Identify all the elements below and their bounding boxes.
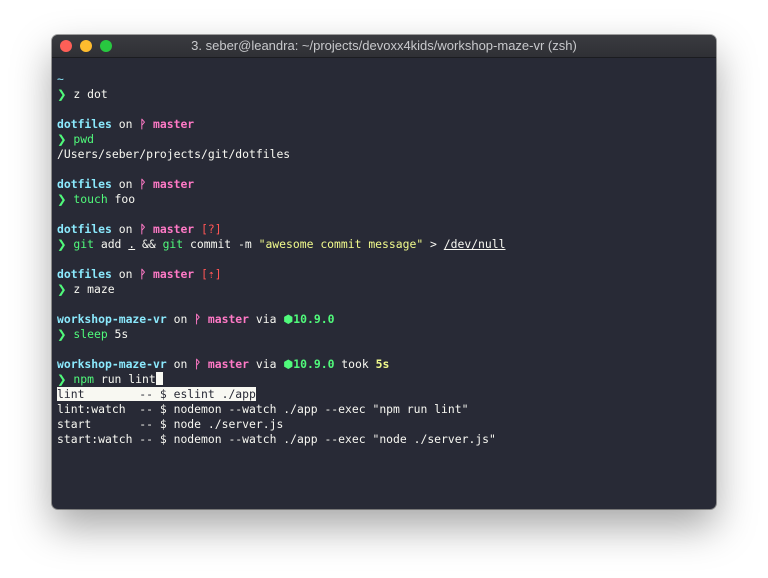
command-name: touch <box>73 192 108 206</box>
prompt-chevron-icon: ❯ <box>57 372 67 386</box>
command-line: ❯ touch foo <box>57 192 711 207</box>
on-label: on <box>173 357 188 371</box>
branch-name: master <box>153 117 195 131</box>
redirect-operator: > <box>423 237 444 251</box>
prompt-line: dotfiles on ᚹ master <box>57 117 711 132</box>
prompt-line: dotfiles on ᚹ master [?] <box>57 222 711 237</box>
command-name: npm <box>73 372 94 386</box>
and-operator: && <box>135 237 163 251</box>
prompt-line: workshop-maze-vr on ᚹ master via ⬢10.9.0… <box>57 357 711 372</box>
command-output: /Users/seber/projects/git/dotfiles <box>57 147 291 161</box>
window-title: 3. seber@leandra: ~/projects/devoxx4kids… <box>191 38 577 53</box>
terminal-output[interactable]: ~ ❯ z dot dotfiles on ᚹ master ❯ pwd /Us… <box>57 72 711 447</box>
command-text: z maze <box>73 282 115 296</box>
git-branch-icon: ᚹ <box>194 357 202 371</box>
completion-desc: -- $ nodemon --watch ./app --exec "npm r… <box>132 402 469 416</box>
text-cursor <box>155 372 163 385</box>
branch-name: master <box>153 177 195 191</box>
command-name: git <box>73 237 94 251</box>
path-devnull: /dev/null <box>443 237 506 251</box>
via-label: via <box>255 312 277 326</box>
completion-name: lint <box>57 387 133 401</box>
command-line: ❯ z maze <box>57 282 711 297</box>
command-args: foo <box>107 192 136 206</box>
completion-item[interactable]: start:watch -- $ nodemon --watch ./app -… <box>57 432 711 447</box>
completion-desc: -- $ nodemon --watch ./app --exec "node … <box>132 432 496 446</box>
node-version: 10.9.0 <box>293 312 335 326</box>
prompt-line: dotfiles on ᚹ master [⇡] <box>57 267 711 282</box>
command-text: z dot <box>73 87 108 101</box>
git-branch-icon: ᚹ <box>139 177 147 191</box>
directory-name: dotfiles <box>57 267 112 281</box>
prompt-chevron-icon: ❯ <box>57 237 67 251</box>
branch-name: master <box>207 357 250 371</box>
prompt-chevron-icon: ❯ <box>57 282 67 296</box>
terminal-window: 3. seber@leandra: ~/projects/devoxx4kids… <box>52 35 716 509</box>
command-line: ❯ sleep 5s <box>57 327 711 342</box>
directory-name: workshop-maze-vr <box>57 312 167 326</box>
git-branch-icon: ᚹ <box>139 117 147 131</box>
on-label: on <box>173 312 188 326</box>
nodejs-icon: ⬢ <box>283 357 294 371</box>
prompt-chevron-icon: ❯ <box>57 327 67 341</box>
completion-name: lint:watch <box>57 402 133 416</box>
command-args: 5s <box>107 327 129 341</box>
nodejs-icon: ⬢ <box>283 312 294 326</box>
command-text: pwd <box>73 132 94 146</box>
completion-name: start:watch <box>57 432 133 446</box>
command-duration: 5s <box>375 357 390 371</box>
home-dir: ~ <box>57 72 64 86</box>
via-label: via <box>255 357 277 371</box>
command-args: add <box>93 237 129 251</box>
branch-name: master <box>153 222 195 236</box>
git-status: [⇡] <box>201 267 222 281</box>
command-line[interactable]: ❯ npm run lint <box>57 372 711 387</box>
on-label: on <box>118 177 133 191</box>
completion-item[interactable]: lint:watch -- $ nodemon --watch ./app --… <box>57 402 711 417</box>
git-status: [?] <box>201 222 222 236</box>
prompt-line: workshop-maze-vr on ᚹ master via ⬢10.9.0 <box>57 312 711 327</box>
command-name: sleep <box>73 327 108 341</box>
command-line: ❯ git add . && git commit -m "awesome co… <box>57 237 711 252</box>
on-label: on <box>118 267 133 281</box>
directory-name: dotfiles <box>57 177 112 191</box>
git-branch-icon: ᚹ <box>139 267 147 281</box>
prompt-chevron-icon: ❯ <box>57 132 67 146</box>
command-line: ❯ pwd <box>57 132 711 147</box>
command-args: commit -m <box>183 237 259 251</box>
commit-message: "awesome commit message" <box>258 237 424 251</box>
branch-name: master <box>153 267 195 281</box>
directory-name: workshop-maze-vr <box>57 357 167 371</box>
completion-desc: -- $ node ./server.js <box>132 417 284 431</box>
node-version: 10.9.0 <box>293 357 335 371</box>
title-bar[interactable]: 3. seber@leandra: ~/projects/devoxx4kids… <box>52 35 716 58</box>
command-name: git <box>162 237 184 251</box>
directory-name: dotfiles <box>57 222 112 236</box>
command-args: run lint <box>93 372 156 386</box>
completion-name: start <box>57 417 133 431</box>
git-branch-icon: ᚹ <box>194 312 202 326</box>
prompt-chevron-icon: ❯ <box>57 192 67 206</box>
completion-item[interactable]: lint -- $ eslint ./app <box>57 387 711 402</box>
completion-desc: -- $ eslint ./app <box>132 387 256 401</box>
directory-name: dotfiles <box>57 117 112 131</box>
branch-name: master <box>207 312 250 326</box>
git-branch-icon: ᚹ <box>139 222 147 236</box>
on-label: on <box>118 117 133 131</box>
prompt-chevron-icon: ❯ <box>57 87 67 101</box>
command-line: ❯ z dot <box>57 87 711 102</box>
prompt-line: ~ <box>57 72 711 87</box>
prompt-line: dotfiles on ᚹ master <box>57 177 711 192</box>
took-label: took <box>341 357 369 371</box>
on-label: on <box>118 222 133 236</box>
completion-item[interactable]: start -- $ node ./server.js <box>57 417 711 432</box>
